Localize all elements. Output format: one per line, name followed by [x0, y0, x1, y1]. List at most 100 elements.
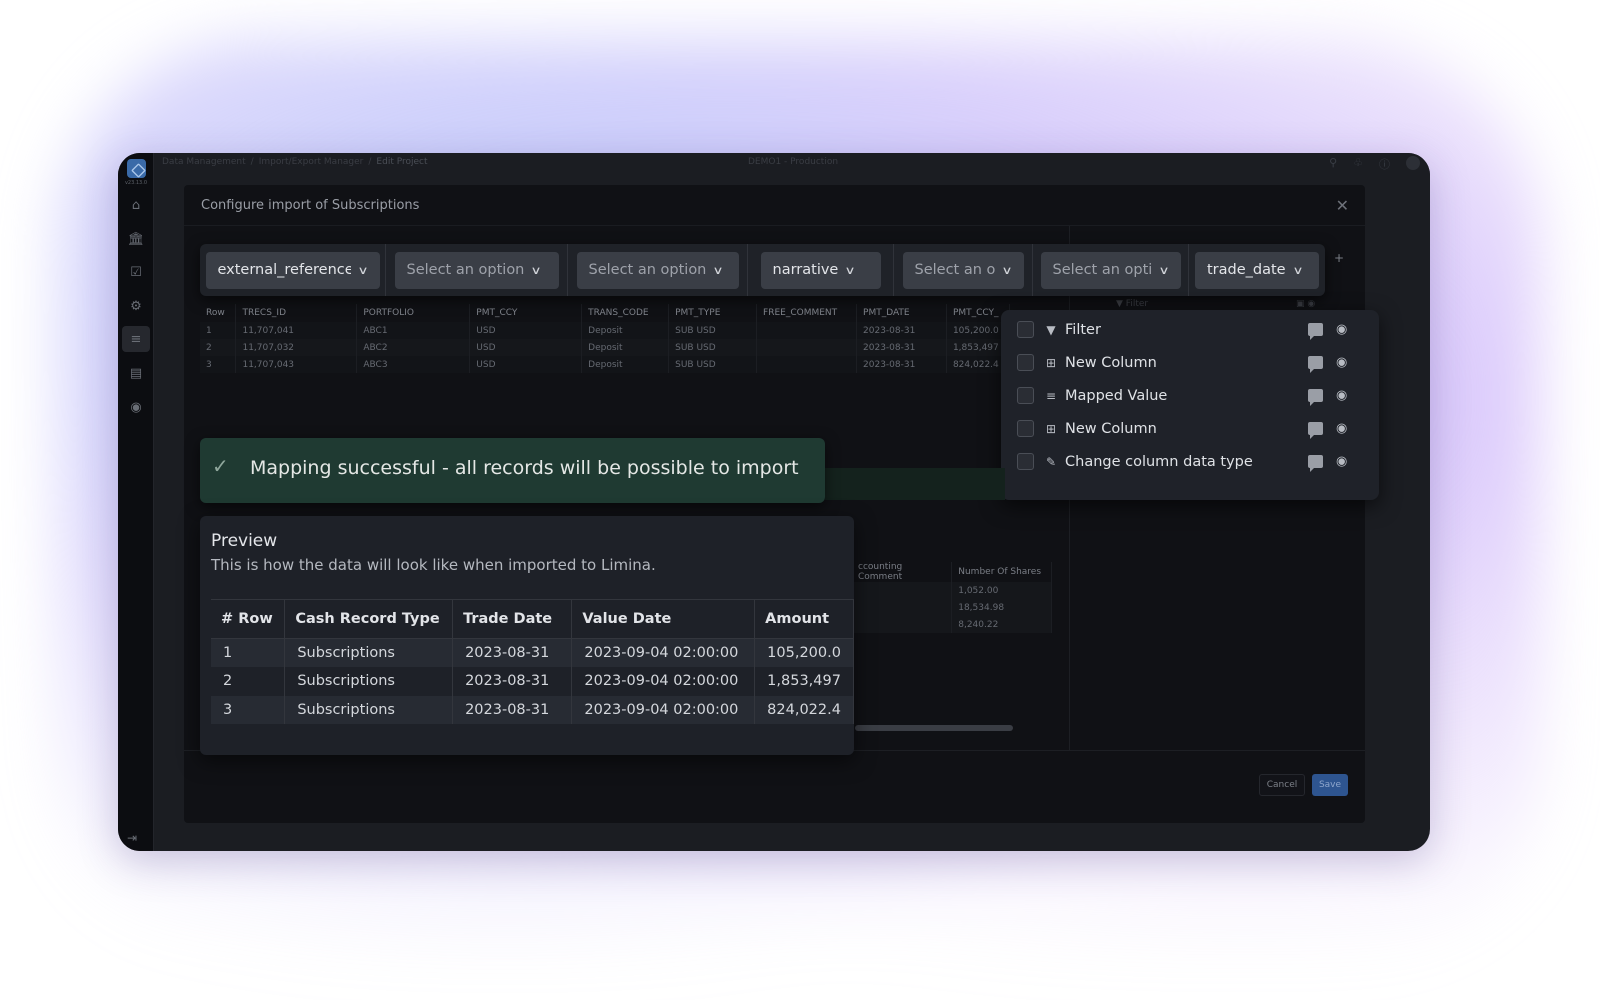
- breadcrumb-item[interactable]: Data Management: [162, 157, 246, 167]
- mapping-cell: Select an option ∨: [386, 244, 568, 296]
- horizontal-scrollbar[interactable]: [855, 725, 1013, 731]
- preview-title: Preview: [211, 531, 278, 551]
- bell-icon[interactable]: ♧: [1353, 156, 1363, 172]
- cell: Deposit: [581, 339, 670, 356]
- table-row: 8,240.22: [852, 616, 1052, 633]
- cell: 2023-08-31: [856, 356, 947, 373]
- comment-icon[interactable]: [1308, 323, 1323, 340]
- checkbox[interactable]: [1017, 354, 1034, 371]
- eye-icon[interactable]: ◉: [1336, 454, 1347, 469]
- cell: ABC1: [356, 322, 471, 339]
- checkbox[interactable]: [1017, 420, 1034, 437]
- chevron-down-icon: ∨: [712, 263, 725, 277]
- success-banner: ✓ Mapping successful - all records will …: [200, 438, 825, 503]
- mapping-select[interactable]: narrative ∨: [760, 251, 881, 289]
- document-icon[interactable]: ▤: [126, 363, 146, 383]
- cell: 18,534.98: [951, 599, 1052, 616]
- add-column-button[interactable]: +: [1334, 251, 1344, 265]
- transform-label: New Column: [1065, 420, 1157, 437]
- transform-item[interactable]: ⊞ New Column ◉: [1001, 346, 1379, 379]
- pencil-icon: ✎: [1045, 454, 1057, 469]
- mapping-cell: Select an optic ∨: [1033, 244, 1189, 296]
- comment-icon[interactable]: [1308, 422, 1323, 439]
- cell: SUB USD: [668, 322, 758, 339]
- cell: 1: [200, 322, 237, 339]
- table-header-row: # Row Cash Record Type Trade Date Value …: [211, 599, 854, 639]
- cell: SUB USD: [668, 339, 758, 356]
- select-placeholder: Select an optic: [1052, 262, 1153, 278]
- checkbox[interactable]: [1017, 387, 1034, 404]
- transform-label: Change column data type: [1065, 453, 1253, 470]
- eye-icon[interactable]: ◉: [1336, 421, 1347, 436]
- new-column-icon: ⊞: [1045, 421, 1057, 436]
- cell: [756, 339, 858, 356]
- app-logo[interactable]: [127, 159, 146, 178]
- transform-item[interactable]: ≡ Mapped Value ◉: [1001, 379, 1379, 412]
- shield-gear-icon[interactable]: ◉: [126, 397, 146, 417]
- eye-icon[interactable]: ◉: [1336, 388, 1347, 403]
- table-row: 1 Subscriptions 2023-08-31 2023-09-04 02:00…: [211, 638, 854, 667]
- cell: 2023-09-04 02:00:00: [571, 695, 756, 724]
- cell: 3: [200, 356, 237, 373]
- home-icon[interactable]: ⌂: [126, 195, 146, 215]
- cell: 11,707,041: [235, 322, 358, 339]
- bank-icon[interactable]: 🏛: [126, 229, 146, 249]
- collapse-sidebar-icon[interactable]: ⇥: [127, 831, 137, 845]
- chevron-down-icon: ∨: [1291, 263, 1304, 277]
- close-icon[interactable]: ✕: [1336, 196, 1349, 215]
- eye-icon[interactable]: ◉: [1336, 355, 1347, 370]
- select-value: trade_date: [1207, 262, 1286, 278]
- save-button[interactable]: Save: [1312, 774, 1348, 796]
- comment-icon[interactable]: [1308, 455, 1323, 472]
- mapping-select[interactable]: trade_date ∨: [1195, 251, 1319, 289]
- eye-icon[interactable]: ◉: [1336, 322, 1347, 337]
- divider: [184, 225, 1365, 226]
- cancel-button[interactable]: Cancel: [1259, 774, 1305, 796]
- clipboard-check-icon[interactable]: ☑: [126, 262, 146, 282]
- column-header: TRECS_ID: [235, 304, 358, 322]
- search-icon[interactable]: ⚲: [1329, 156, 1337, 172]
- import-export-icon[interactable]: ≡: [122, 326, 150, 352]
- filter-icon: ▼: [1046, 322, 1056, 337]
- cell: 3: [211, 695, 286, 724]
- app-version: v23.13.0: [124, 180, 148, 186]
- comment-icon[interactable]: [1308, 356, 1323, 373]
- breadcrumb-item[interactable]: Import/Export Manager: [259, 157, 364, 167]
- new-column-icon: ⊞: [1045, 355, 1057, 370]
- cell: [756, 356, 858, 373]
- transform-item[interactable]: ✎ Change column data type ◉: [1001, 445, 1379, 478]
- column-header: Row: [200, 304, 237, 322]
- transform-label: New Column: [1065, 354, 1157, 371]
- gears-icon[interactable]: ⚙: [126, 296, 146, 316]
- transform-item[interactable]: ⊞ New Column ◉: [1001, 412, 1379, 445]
- cell: 11,707,043: [235, 356, 358, 373]
- mapping-cell: external_reference ∨: [200, 244, 386, 296]
- cell: USD: [469, 322, 583, 339]
- cell: 2023-08-31: [856, 322, 947, 339]
- transform-label: Mapped Value: [1065, 387, 1168, 404]
- table-header-row: ccounting Comment Number Of Shares: [852, 562, 1052, 582]
- mapping-select[interactable]: Select an option ∨: [576, 251, 739, 289]
- ghost-filter-label: Filter: [1125, 299, 1149, 309]
- breadcrumb-current: Edit Project: [376, 157, 428, 167]
- ghost-filter-row: ▼ Filter: [1116, 299, 1149, 309]
- avatar[interactable]: [1406, 156, 1420, 170]
- help-icon[interactable]: ⓘ: [1379, 156, 1390, 172]
- comment-icon[interactable]: [1308, 389, 1323, 406]
- column-header: PMT_CCY: [469, 304, 583, 322]
- column-header: Cash Record Type: [284, 599, 454, 639]
- cell: Subscriptions: [284, 695, 454, 724]
- column-header: PMT_TYPE: [668, 304, 758, 322]
- select-placeholder: Select an option: [588, 262, 707, 278]
- cell: [852, 616, 953, 633]
- checkbox[interactable]: [1017, 453, 1034, 470]
- transform-item[interactable]: ▼ Filter ◉: [1001, 313, 1379, 346]
- mapping-select[interactable]: Select an optic ∨: [1040, 251, 1181, 289]
- mapping-select[interactable]: Select an op ∨: [902, 251, 1024, 289]
- mapping-select[interactable]: external_reference ∨: [205, 251, 380, 289]
- cell: SUB USD: [668, 356, 758, 373]
- cell: USD: [469, 339, 583, 356]
- transform-label: Filter: [1065, 321, 1101, 338]
- mapping-select[interactable]: Select an option ∨: [394, 251, 559, 289]
- checkbox[interactable]: [1017, 321, 1034, 338]
